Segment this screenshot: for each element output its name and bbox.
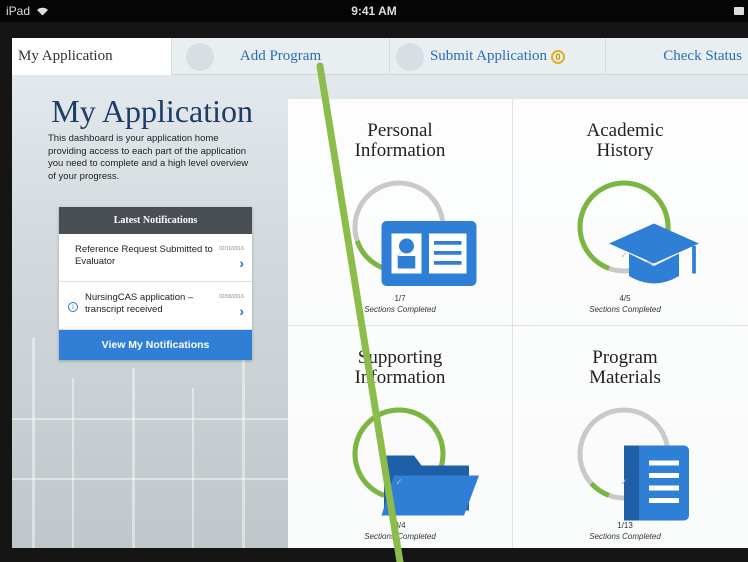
check-icon: ✓	[620, 477, 628, 487]
notification-item[interactable]: Reference Request Submitted to Evaluator…	[59, 234, 252, 282]
clock: 9:41 AM	[351, 4, 397, 18]
section-title: Program	[592, 347, 658, 368]
device-status-bar: iPad 9:41 AM	[0, 0, 748, 22]
chevron-right-icon: ›	[239, 303, 244, 319]
section-program-materials[interactable]: Program Materials ✓ 1/13 Sections Comple…	[513, 326, 737, 548]
add-program-icon	[186, 42, 214, 71]
sections-grid: Personal Information ✓ 1/7 Sections Comp…	[288, 99, 748, 548]
notification-date: 02/10/2016	[218, 246, 244, 252]
app-screen: My Application Add Program Submit Applic…	[12, 38, 748, 548]
notifications-panel: Latest Notifications Reference Request S…	[59, 207, 252, 360]
page-description: This dashboard is your application home …	[48, 133, 249, 182]
intro-panel: My Application This dashboard is your ap…	[48, 93, 253, 183]
section-supporting-information[interactable]: Supporting Information ✓ 3/4 Sections Co…	[288, 326, 512, 548]
progress-fraction: 3/4	[394, 521, 406, 530]
progress-fraction: 1/13	[617, 521, 633, 530]
section-title: Supporting	[357, 347, 443, 368]
notifications-header: Latest Notifications	[59, 207, 252, 234]
tab-add-program[interactable]: Add Program	[172, 38, 390, 75]
notification-text: Reference Request Submitted to Evaluator	[75, 244, 213, 267]
view-notifications-button[interactable]: View My Notifications	[59, 330, 252, 360]
submit-application-icon	[396, 42, 424, 71]
check-icon: ✓	[395, 250, 403, 260]
progress-caption: Sections Completed	[589, 532, 661, 541]
section-title: History	[596, 140, 654, 161]
notification-date: 02/09/2016	[218, 294, 244, 300]
progress-fraction: 1/7	[394, 294, 406, 303]
top-tab-bar: My Application Add Program Submit Applic…	[12, 38, 748, 75]
section-title: Information	[354, 140, 446, 161]
progress-ring: ✓	[349, 177, 477, 286]
check-icon: ✓	[395, 477, 403, 487]
tab-submit-application[interactable]: Submit Application 0	[390, 38, 606, 75]
device-frame: My Application Add Program Submit Applic…	[0, 22, 748, 562]
notification-item[interactable]: i NursingCAS application – transcript re…	[59, 282, 252, 330]
notification-text: NursingCAS application – transcript rece…	[85, 292, 194, 315]
progress-caption: Sections Completed	[364, 532, 436, 541]
page-title: My Application	[51, 93, 253, 129]
section-title: Materials	[589, 367, 661, 388]
progress-ring: ✓	[349, 404, 479, 516]
tab-check-status[interactable]: Check Status	[606, 38, 748, 75]
submit-count-badge: 0	[551, 49, 566, 64]
section-personal-information[interactable]: Personal Information ✓ 1/7 Sections Comp…	[288, 99, 512, 325]
battery-icon	[734, 7, 744, 15]
chevron-right-icon: ›	[239, 255, 244, 271]
tab-my-application[interactable]: My Application	[12, 38, 172, 75]
check-icon: ✓	[620, 250, 628, 260]
progress-caption: Sections Completed	[589, 305, 661, 314]
section-title: Information	[354, 367, 446, 388]
section-title: Personal	[367, 120, 433, 141]
info-icon: i	[68, 302, 78, 312]
progress-ring: ✓	[574, 404, 689, 521]
progress-ring: ✓	[574, 177, 699, 284]
section-academic-history[interactable]: Academic History ✓ 4/5 Sections Complete…	[513, 99, 737, 325]
progress-fraction: 4/5	[619, 294, 631, 303]
section-title: Academic	[586, 120, 664, 141]
progress-caption: Sections Completed	[364, 305, 436, 314]
